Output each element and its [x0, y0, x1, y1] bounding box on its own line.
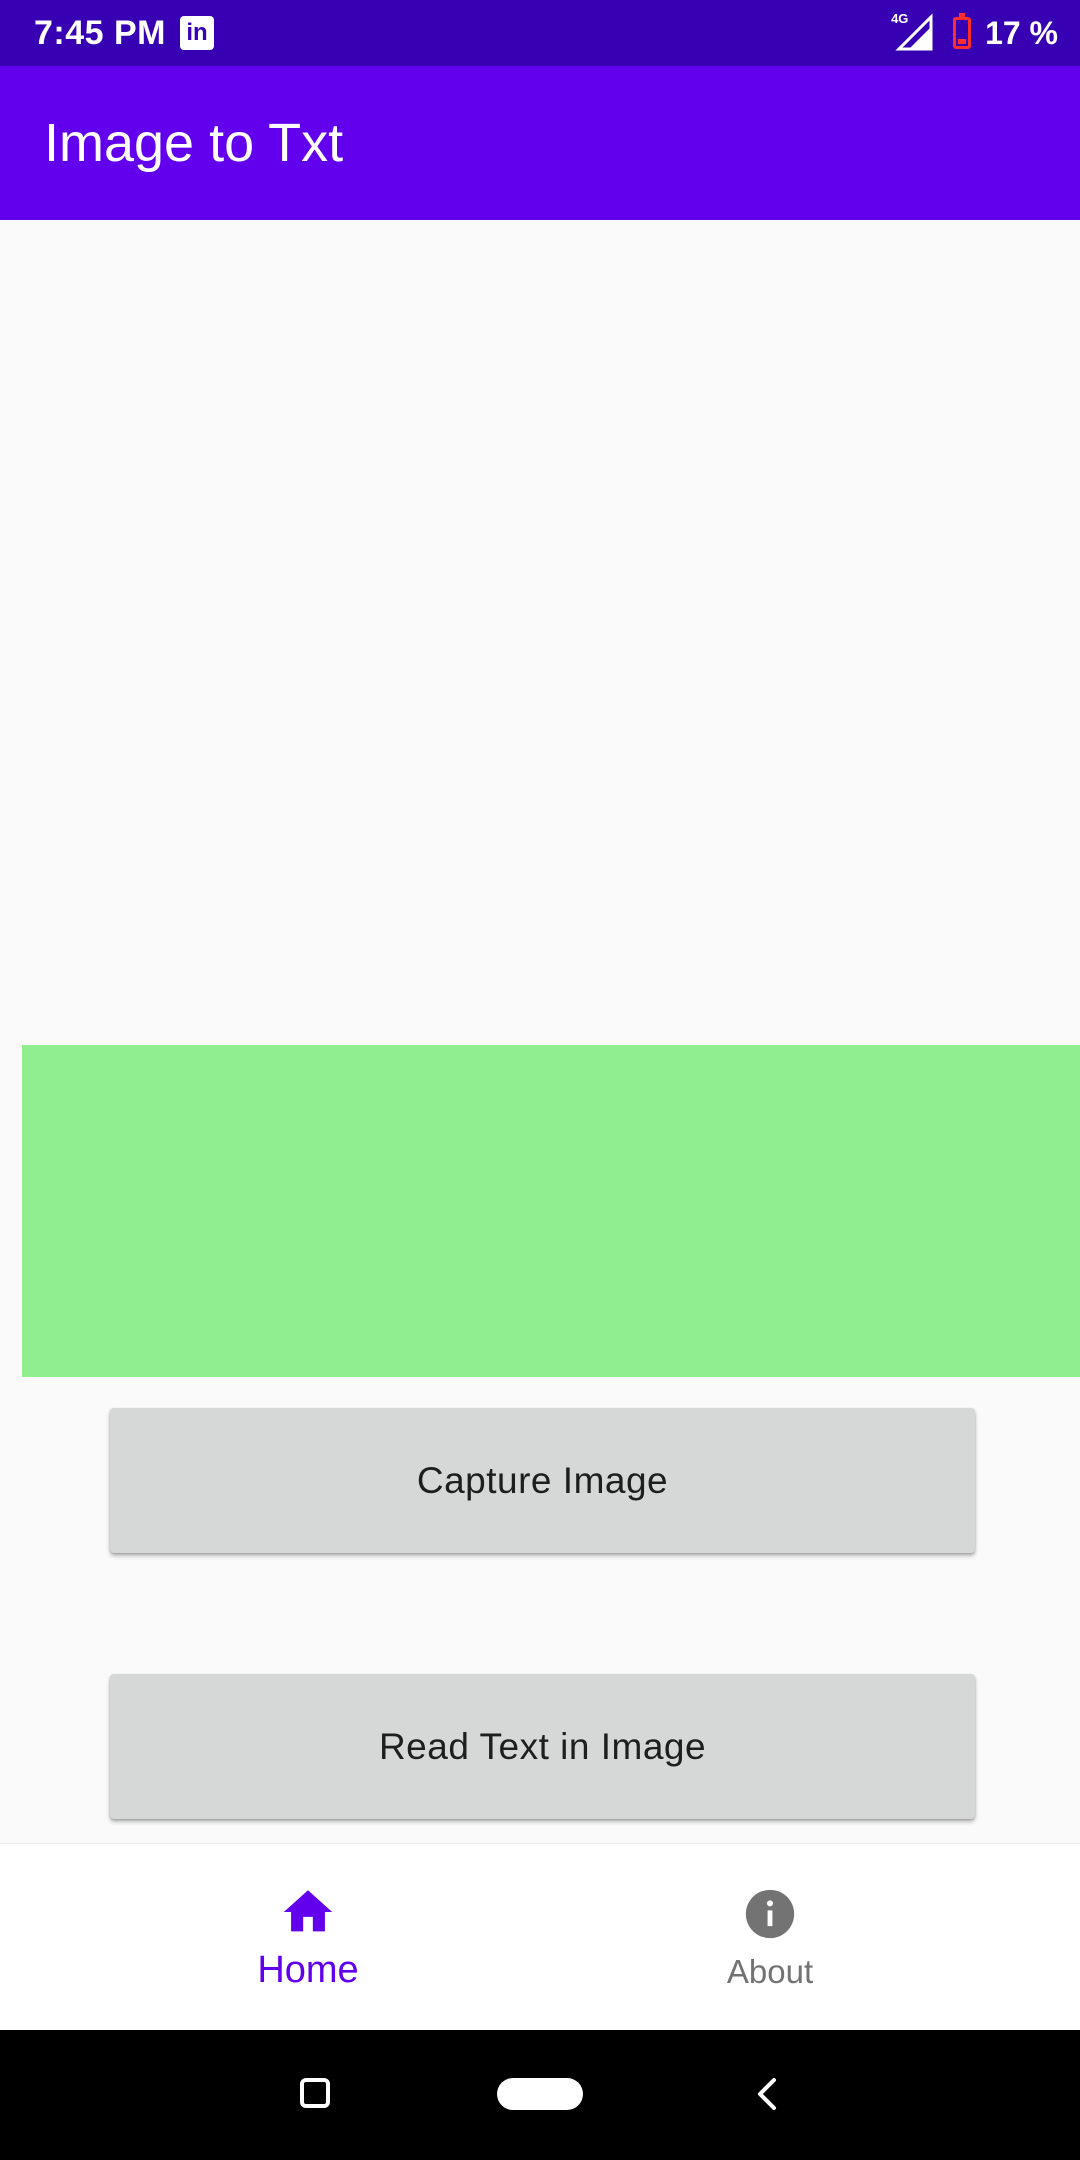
- home-pill-icon[interactable]: [497, 2078, 583, 2110]
- battery-icon: [953, 13, 972, 49]
- app-title: Image to Txt: [44, 113, 344, 173]
- recents-icon[interactable]: [300, 2078, 330, 2108]
- bottom-navigation: Home About: [0, 1843, 1080, 2031]
- app-bar: Image to Txt: [0, 66, 1080, 220]
- home-icon: [283, 1890, 333, 1932]
- battery-percent: 17 %: [985, 14, 1058, 51]
- system-navigation-bar: [0, 2030, 1080, 2160]
- read-text-button[interactable]: Read Text in Image: [110, 1674, 975, 1819]
- signal-icon: 4G: [891, 11, 935, 53]
- nav-item-home[interactable]: Home: [148, 1844, 468, 2031]
- nav-label-home: Home: [257, 1949, 359, 1991]
- status-bar: 7:45 PM in 4G 17 %: [0, 0, 1080, 66]
- nav-item-about[interactable]: About: [610, 1844, 930, 2031]
- info-icon: [745, 1889, 795, 1938]
- back-icon[interactable]: [752, 2076, 782, 2112]
- nav-label-about: About: [726, 1952, 814, 1990]
- status-indicators: 4G 17 %: [891, 0, 1058, 66]
- linkedin-icon: in: [180, 16, 214, 50]
- image-preview: [22, 1045, 1080, 1377]
- status-time: 7:45 PM: [34, 14, 166, 52]
- network-type: 4G: [891, 11, 909, 26]
- capture-image-button[interactable]: Capture Image: [110, 1408, 975, 1553]
